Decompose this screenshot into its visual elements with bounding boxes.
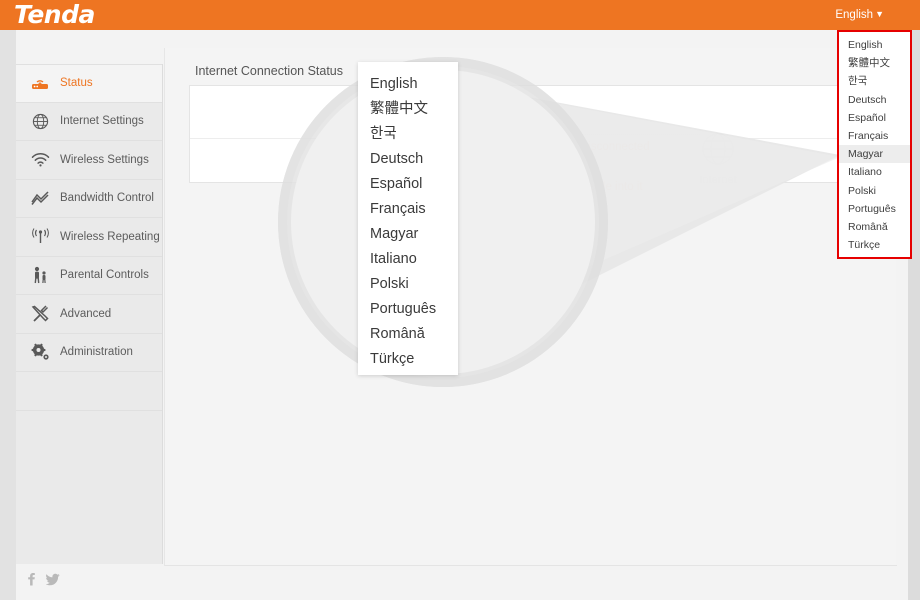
router-icon [29,73,51,93]
content-bottom-divider [165,565,897,566]
internet-label: Internet [688,174,748,186]
status-badge: Disconnected [580,141,650,153]
language-selector-label: English [835,9,873,21]
sidebar-item-wireless-settings[interactable]: Wireless Settings [16,141,162,180]
sidebar-item-administration[interactable]: Administration [16,334,162,373]
router-admin-page: Internet Connection Status Disconnected … [0,0,920,600]
magnified-language-option: Magyar [358,222,458,247]
internet-status-card: Disconnected t cable into it Internet [189,85,879,183]
language-option-polski[interactable]: Polski [839,182,910,200]
sidebar-item-label: Internet Settings [60,115,144,127]
language-option-turkce[interactable]: Türkçe [839,236,910,254]
wifi-icon [29,150,51,170]
magnified-language-option: 한국 [358,122,458,147]
globe-icon [700,154,736,171]
language-option-italiano[interactable]: Italiano [839,163,910,181]
language-option-chinese-traditional[interactable]: 繁體中文 [839,54,910,72]
language-option-espanol[interactable]: Español [839,109,910,127]
main-content-panel: Internet Connection Status Disconnected … [164,48,896,566]
magnified-language-list: English 繁體中文 한국 Deutsch Español Français… [358,62,458,375]
left-gutter [0,30,16,600]
internet-node: Internet [688,131,748,186]
card-divider [190,138,880,139]
sidebar-item-bandwidth-control[interactable]: Bandwidth Control [16,180,162,219]
magnified-language-option: Português [358,297,458,322]
magnified-language-option: Español [358,172,458,197]
sidebar-item-label: Administration [60,346,133,358]
language-option-portugues[interactable]: Português [839,200,910,218]
chevron-down-icon: ▼ [875,0,884,29]
language-option-korean[interactable]: 한국 [839,72,910,90]
gear-icon [29,342,51,362]
facebook-icon[interactable] [26,572,37,591]
sidebar-item-label: Bandwidth Control [60,192,154,204]
magnified-language-option: Français [358,197,458,222]
sidebar-nav: Status Internet Settings [16,64,163,564]
page-title: Internet Connection Status [195,64,343,78]
sidebar-item-label: Parental Controls [60,269,149,281]
chart-line-icon [29,188,51,208]
magnified-language-option: Polski [358,272,458,297]
app-header: Tenda English▼ [0,0,920,30]
twitter-icon[interactable] [46,573,60,591]
sidebar-item-advanced[interactable]: Advanced [16,295,162,334]
globe-icon [29,111,51,131]
magnified-language-option: Deutsch [358,147,458,172]
sidebar-item-status[interactable]: Status [16,64,162,103]
sidebar-item-internet-settings[interactable]: Internet Settings [16,103,162,142]
language-option-magyar[interactable]: Magyar [839,145,910,163]
sidebar-item-parental-controls[interactable]: Parental Controls [16,257,162,296]
sidebar-item-wireless-repeating[interactable]: Wireless Repeating [16,218,162,257]
sidebar-item-label: Status [60,77,93,89]
language-option-romana[interactable]: Română [839,218,910,236]
tenda-logo: Tenda [14,0,95,30]
language-selector-button[interactable]: English▼ [835,0,884,30]
magnified-language-option: English [358,72,458,97]
parent-child-icon [29,265,51,285]
sidebar-item-label: Advanced [60,308,111,320]
tools-icon [29,304,51,324]
connection-dotted-line [550,134,700,135]
magnified-language-option: Italiano [358,247,458,272]
sidebar-item-label: Wireless Repeating [60,231,160,243]
magnified-language-option: Română [358,322,458,347]
cable-hint-text: t cable into it [578,181,643,193]
magnified-language-option: 繁體中文 [358,97,458,122]
sidebar-filler [16,372,162,411]
language-dropdown-menu[interactable]: English 繁體中文 한국 Deutsch Español Français… [837,30,912,259]
magnified-language-option: Türkçe [358,347,458,372]
antenna-icon [29,227,51,247]
sidebar-item-label: Wireless Settings [60,154,149,166]
language-option-deutsch[interactable]: Deutsch [839,91,910,109]
language-option-francais[interactable]: Français [839,127,910,145]
language-option-english[interactable]: English [839,36,910,54]
social-links [26,572,60,591]
